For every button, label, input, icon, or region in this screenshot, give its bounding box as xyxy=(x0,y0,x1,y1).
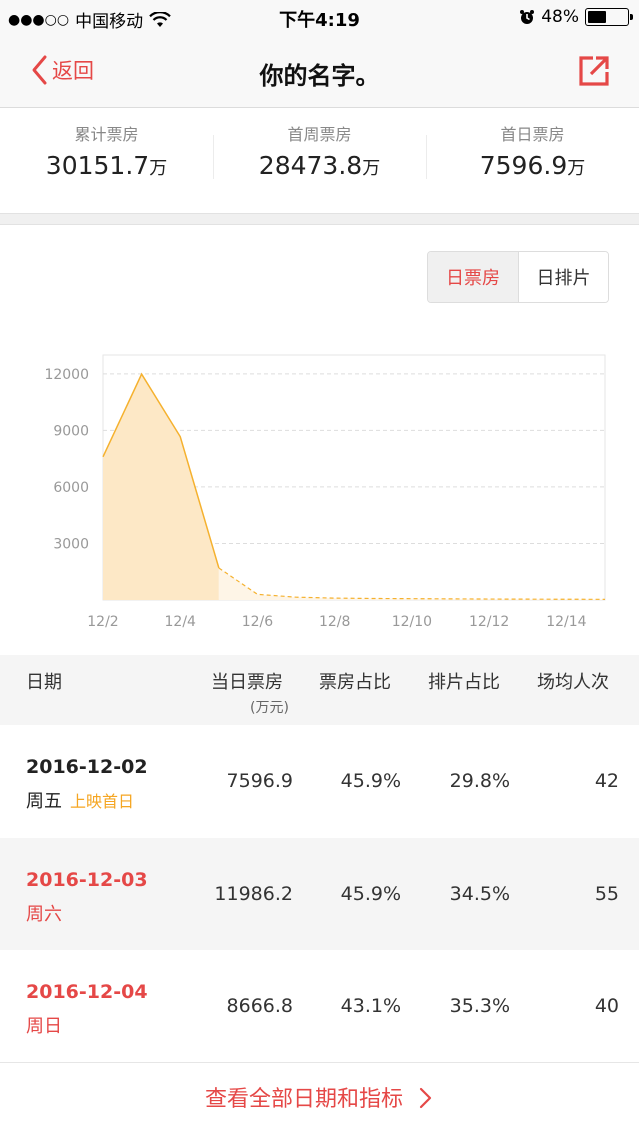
summary-label: 首日票房 xyxy=(500,125,565,144)
section-divider xyxy=(0,213,639,225)
summary-value: 7596.9万 xyxy=(426,151,639,180)
row-weekday: 周六 xyxy=(26,904,62,925)
status-right: 48% xyxy=(519,7,633,27)
summary-first-day: 首日票房 7596.9万 xyxy=(426,109,639,213)
page-title: 你的名字。 xyxy=(259,62,380,90)
x-tick-label: 12/6 xyxy=(242,614,274,630)
row-date: 2016-12-03 xyxy=(26,869,148,891)
x-tick-label: 12/8 xyxy=(319,614,350,630)
share-icon[interactable] xyxy=(577,54,611,88)
x-tick-label: 12/14 xyxy=(546,614,586,630)
x-tick-label: 12/10 xyxy=(392,614,432,630)
column-header-date: 日期 xyxy=(26,672,62,693)
column-header-unit: (万元) xyxy=(250,700,289,716)
weekday-label: 周五 xyxy=(26,791,62,812)
summary-number: 28473.8 xyxy=(258,151,363,180)
row-weekday: 周日 xyxy=(26,1016,62,1037)
row-screen-share: 34.5% xyxy=(449,883,510,905)
row-screen-share: 29.8% xyxy=(449,770,510,792)
column-header-avg-attendance: 场均人次 xyxy=(537,672,609,693)
summary-first-week: 首周票房 28473.8万 xyxy=(213,109,426,213)
row-box-share: 45.9% xyxy=(340,883,401,905)
summary-number: 30151.7 xyxy=(45,151,150,180)
x-tick-label: 12/12 xyxy=(469,614,509,630)
summary-unit: 万 xyxy=(149,158,168,179)
column-header-box-share: 票房占比 xyxy=(319,672,391,693)
box-office-summary: 累计票房 30151.7万 首周票房 28473.8万 首日票房 7596.9万 xyxy=(0,109,639,213)
chart-section: 3000 6000 9000 12000 12/2 12/4 12/6 12/8 12/10 12… xyxy=(0,225,639,655)
row-box-office: 7596.9 xyxy=(226,770,293,792)
row-avg-attendance: 40 xyxy=(594,995,619,1017)
column-header-screen-share: 排片占比 xyxy=(428,672,500,693)
view-all-dates-link[interactable]: 查看全部日期和指标 xyxy=(0,1062,639,1136)
battery-icon xyxy=(585,8,633,26)
x-tick-label: 12/4 xyxy=(165,614,197,630)
table-row[interactable]: 2016-12-04 周日 8666.8 43.1% 35.3% 40 xyxy=(0,950,639,1062)
battery-percent: 48% xyxy=(541,7,579,27)
summary-unit: 万 xyxy=(567,158,586,179)
y-tick-label: 12000 xyxy=(44,367,89,383)
row-box-share: 45.9% xyxy=(340,770,401,792)
row-avg-attendance: 55 xyxy=(594,883,619,905)
tab-daily-screenings[interactable]: 日排片 xyxy=(518,252,608,302)
chevron-right-icon xyxy=(419,1087,432,1109)
x-tick-label: 12/2 xyxy=(87,614,118,630)
summary-number: 7596.9 xyxy=(479,151,568,180)
summary-label: 累计票房 xyxy=(74,125,139,144)
chart-toggle: 日票房 日排片 xyxy=(427,251,609,303)
column-header-daily-box: 当日票房 xyxy=(211,672,283,693)
row-screen-share: 35.3% xyxy=(449,995,510,1017)
tab-daily-box-office[interactable]: 日票房 xyxy=(428,252,518,302)
battery-level xyxy=(588,11,606,23)
table-header: 日期 当日票房 (万元) 票房占比 排片占比 场均人次 xyxy=(0,655,639,725)
row-box-share: 43.1% xyxy=(340,995,401,1017)
row-date: 2016-12-02 xyxy=(26,756,148,778)
nav-bar: 返回 你的名字。 xyxy=(0,36,639,108)
summary-label: 首周票房 xyxy=(287,125,352,144)
summary-unit: 万 xyxy=(362,158,381,179)
row-box-office: 11986.2 xyxy=(214,883,293,905)
release-day-badge: 上映首日 xyxy=(70,792,135,811)
view-all-label: 查看全部日期和指标 xyxy=(204,1087,403,1112)
row-weekday: 周五 上映首日 xyxy=(26,787,134,813)
summary-value: 28473.8万 xyxy=(213,151,426,180)
table-row[interactable]: 2016-12-02 周五 上映首日 7596.9 45.9% 29.8% 42 xyxy=(0,725,639,837)
row-avg-attendance: 42 xyxy=(594,770,619,792)
status-bar: ●●●○○ 中国移动 下午4:19 48% xyxy=(0,0,639,36)
table-row[interactable]: 2016-12-03 周六 11986.2 45.9% 34.5% 55 xyxy=(0,838,639,950)
battery-tip xyxy=(630,14,633,20)
summary-total: 累计票房 30151.7万 xyxy=(0,109,213,213)
summary-value: 30151.7万 xyxy=(0,151,213,180)
y-tick-label: 9000 xyxy=(53,423,89,439)
alarm-icon xyxy=(520,10,535,24)
row-box-office: 8666.8 xyxy=(226,995,293,1017)
y-tick-label: 6000 xyxy=(53,480,89,496)
y-tick-label: 3000 xyxy=(53,536,89,552)
row-date: 2016-12-04 xyxy=(26,981,148,1003)
